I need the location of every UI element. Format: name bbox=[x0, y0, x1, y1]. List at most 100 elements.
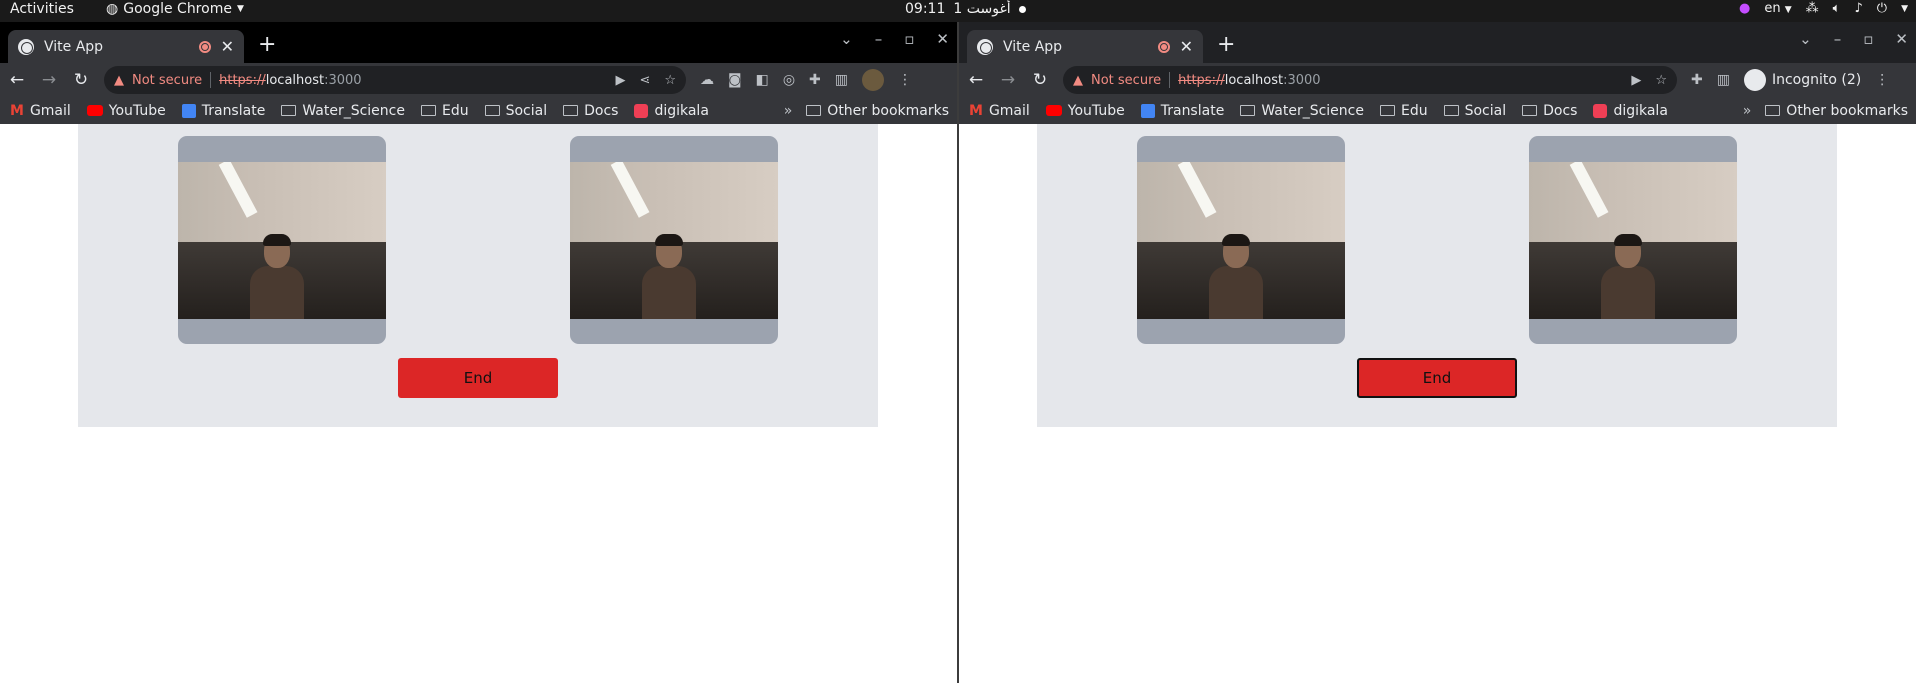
close-icon[interactable]: ✕ bbox=[221, 37, 234, 56]
camera-icon[interactable]: ▶ bbox=[1631, 73, 1641, 88]
translate-icon bbox=[181, 103, 196, 118]
bookmark-digikala[interactable]: digikala bbox=[1593, 103, 1668, 119]
folder-icon bbox=[1522, 105, 1538, 116]
bookmark-docs[interactable]: Docs bbox=[1522, 103, 1577, 119]
toolbar: ← → ↻ ▲ Not secure https://localhost:300… bbox=[0, 63, 957, 97]
folder-icon bbox=[1765, 105, 1781, 116]
toolbar: ← → ↻ ▲ Not secure https://localhost:300… bbox=[959, 63, 1916, 97]
app-menu[interactable]: ◍ Google Chrome ▼ bbox=[106, 1, 244, 17]
video-frame bbox=[570, 162, 778, 319]
forward-icon[interactable]: → bbox=[999, 70, 1017, 90]
extensions-area: ☁ ◙ ◧ ◎ ✚ ▥ ⋮ bbox=[700, 69, 912, 91]
chrome-icon: ◍ bbox=[106, 1, 119, 17]
menu-icon[interactable]: ⋮ bbox=[1875, 72, 1889, 88]
more-bookmarks-icon[interactable]: » bbox=[1743, 103, 1752, 119]
bookmark-social[interactable]: Social bbox=[484, 103, 547, 119]
minimize-icon[interactable]: – bbox=[875, 30, 883, 48]
tab-search-icon[interactable]: ⌄ bbox=[1799, 30, 1812, 48]
more-bookmarks-icon[interactable]: » bbox=[784, 103, 793, 119]
new-tab-button[interactable]: + bbox=[258, 32, 276, 57]
digikala-icon bbox=[1593, 103, 1608, 118]
warning-icon: ▲ bbox=[114, 72, 124, 88]
tab-vite-app[interactable]: Vite App ✕ bbox=[967, 30, 1203, 63]
extension-icon[interactable]: ◎ bbox=[783, 72, 795, 88]
bookmark-youtube[interactable]: YouTube bbox=[1045, 103, 1125, 119]
system-tray[interactable]: ● en ▼ ⁂ 🔈︎ ♪ ⏻ ▼ bbox=[1739, 1, 1908, 16]
menu-icon[interactable]: ⋮ bbox=[898, 72, 912, 88]
microphone-icon: ♪ bbox=[1854, 1, 1863, 16]
bookmark-edu[interactable]: Edu bbox=[420, 103, 469, 119]
sidebar-icon[interactable]: ▥ bbox=[835, 72, 848, 88]
forward-icon[interactable]: → bbox=[40, 70, 58, 90]
recording-icon bbox=[1157, 40, 1170, 53]
back-icon[interactable]: ← bbox=[8, 70, 26, 90]
folder-icon bbox=[420, 105, 436, 116]
system-top-bar: Activities ◍ Google Chrome ▼ 09:11 أغوست… bbox=[0, 0, 1916, 22]
url-text[interactable]: https://localhost:3000 bbox=[219, 73, 361, 88]
puzzle-icon[interactable]: ✚ bbox=[809, 72, 821, 88]
bookmark-social[interactable]: Social bbox=[1443, 103, 1506, 119]
person-image bbox=[250, 234, 304, 319]
warning-icon: ▲ bbox=[1073, 72, 1083, 88]
person-image bbox=[642, 234, 696, 319]
bookmark-water-science[interactable]: Water_Science bbox=[1240, 103, 1364, 119]
avatar[interactable] bbox=[862, 69, 885, 91]
bookmark-translate[interactable]: Translate bbox=[181, 103, 265, 119]
tab-search-icon[interactable]: ⌄ bbox=[840, 30, 853, 48]
extension-icon[interactable]: ◙ bbox=[728, 72, 742, 88]
language-indicator[interactable]: en ▼ bbox=[1764, 1, 1791, 16]
bookmark-youtube[interactable]: YouTube bbox=[86, 103, 166, 119]
person-image bbox=[1601, 234, 1655, 319]
bookmark-translate[interactable]: Translate bbox=[1140, 103, 1224, 119]
minimize-icon[interactable]: – bbox=[1834, 30, 1842, 48]
person-image bbox=[1209, 234, 1263, 319]
security-label[interactable]: Not secure bbox=[1091, 73, 1161, 88]
tab-vite-app[interactable]: Vite App ✕ bbox=[8, 30, 244, 63]
end-call-button[interactable]: End bbox=[1357, 358, 1517, 398]
close-icon[interactable]: ✕ bbox=[1180, 37, 1193, 56]
camera-icon[interactable]: ▶ bbox=[615, 73, 625, 88]
sidebar-icon[interactable]: ▥ bbox=[1717, 72, 1730, 88]
tab-title: Vite App bbox=[1003, 38, 1063, 55]
address-bar[interactable]: ▲ Not secure https://localhost:3000 ▶ ⋖ … bbox=[104, 66, 686, 94]
security-label[interactable]: Not secure bbox=[132, 73, 202, 88]
maximize-icon[interactable]: ▫ bbox=[1863, 30, 1873, 48]
back-icon[interactable]: ← bbox=[967, 70, 985, 90]
close-window-icon[interactable]: ✕ bbox=[1895, 30, 1908, 48]
bookmark-digikala[interactable]: digikala bbox=[634, 103, 709, 119]
incognito-indicator[interactable]: Incognito (2) bbox=[1743, 69, 1861, 91]
remote-video bbox=[1529, 136, 1737, 344]
bookmarks-bar: M Gmail YouTube Translate Water_Science E… bbox=[959, 97, 1916, 124]
maximize-icon[interactable]: ▫ bbox=[904, 30, 914, 48]
url-text[interactable]: https://localhost:3000 bbox=[1178, 73, 1320, 88]
address-bar[interactable]: ▲ Not secure https://localhost:3000 ▶ ☆ bbox=[1063, 66, 1677, 94]
bookmark-docs[interactable]: Docs bbox=[563, 103, 618, 119]
folder-icon bbox=[563, 105, 579, 116]
folder-icon bbox=[281, 105, 297, 116]
browser-window-left: Vite App ✕ + ⌄ – ▫ ✕ ← → ↻ ▲ Not secure … bbox=[0, 22, 957, 683]
extension-icon[interactable]: ◧ bbox=[756, 72, 769, 88]
call-panel: End bbox=[78, 124, 878, 427]
youtube-icon bbox=[1045, 105, 1062, 116]
chevron-down-icon: ▼ bbox=[1901, 3, 1908, 14]
bookmark-edu[interactable]: Edu bbox=[1379, 103, 1428, 119]
extension-icon[interactable]: ☁ bbox=[700, 72, 714, 88]
close-window-icon[interactable]: ✕ bbox=[936, 30, 949, 48]
clock[interactable]: 09:11 أغوست 1 bbox=[905, 1, 1026, 17]
bookmark-gmail[interactable]: M Gmail bbox=[969, 103, 1030, 119]
globe-icon bbox=[977, 38, 993, 55]
reload-icon[interactable]: ↻ bbox=[1031, 70, 1049, 90]
reload-icon[interactable]: ↻ bbox=[72, 70, 90, 90]
other-bookmarks[interactable]: Other bookmarks bbox=[1765, 103, 1908, 119]
share-icon[interactable]: ⋖ bbox=[639, 73, 650, 88]
video-frame bbox=[1137, 162, 1345, 319]
end-call-button[interactable]: End bbox=[398, 358, 558, 398]
bookmark-water-science[interactable]: Water_Science bbox=[281, 103, 405, 119]
puzzle-icon[interactable]: ✚ bbox=[1691, 72, 1703, 88]
new-tab-button[interactable]: + bbox=[1217, 32, 1235, 57]
star-icon[interactable]: ☆ bbox=[664, 73, 676, 88]
other-bookmarks[interactable]: Other bookmarks bbox=[806, 103, 949, 119]
bookmark-gmail[interactable]: M Gmail bbox=[10, 103, 71, 119]
star-icon[interactable]: ☆ bbox=[1655, 73, 1667, 88]
activities-button[interactable]: Activities bbox=[10, 1, 74, 17]
